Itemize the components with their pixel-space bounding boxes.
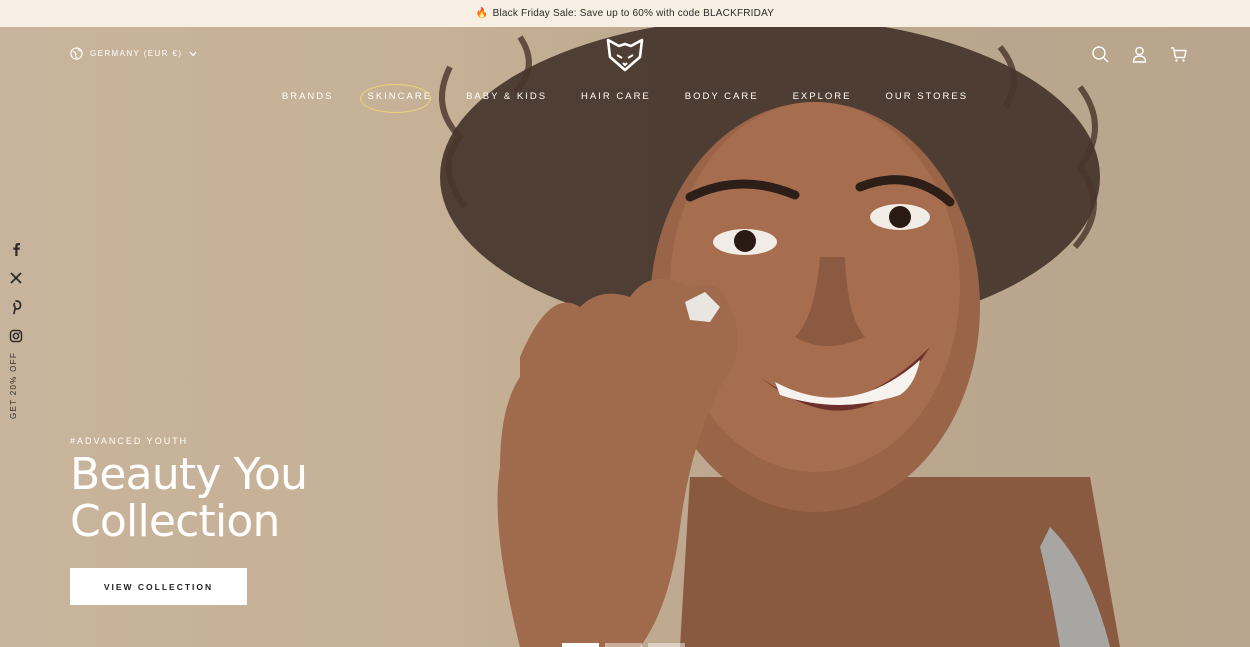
slide-indicator-3[interactable] [648,643,685,647]
instagram-icon[interactable] [9,328,23,344]
search-icon[interactable] [1091,45,1110,64]
announcement-text: Black Friday Sale: Save up to 60% with c… [492,8,775,19]
nav-item-our-stores[interactable]: OUR STORES [868,91,985,102]
cart-icon[interactable] [1169,45,1188,64]
nav-item-body-care[interactable]: BODY CARE [668,91,776,102]
chevron-down-icon [190,51,197,56]
hero-headline-line2: Collection [70,496,280,547]
locale-label: GERMANY (EUR €) [90,49,183,58]
facebook-icon[interactable] [9,241,23,257]
hero-banner: GERMANY (EUR €) BRANDS SKINCARE BABY & K… [0,27,1250,647]
announcement-bar: 🔥 Black Friday Sale: Save up to 60% with… [0,0,1250,27]
slide-indicators [562,643,685,647]
nav-item-hair-care[interactable]: HAIR CARE [564,91,668,102]
promo-tab[interactable]: GET 20% OFF [9,352,18,419]
nav-item-explore[interactable]: EXPLORE [776,91,869,102]
nav-item-brands[interactable]: BRANDS [265,91,351,102]
pinterest-icon[interactable] [9,299,23,315]
main-nav: BRANDS SKINCARE BABY & KIDS HAIR CARE BO… [0,84,1250,113]
account-icon[interactable] [1130,45,1149,64]
slide-indicator-2[interactable] [605,643,642,647]
x-icon[interactable] [9,270,23,286]
social-links [9,241,23,344]
fox-logo-icon[interactable] [605,37,645,73]
fire-icon: 🔥 [475,8,489,19]
globe-icon [70,47,83,60]
hero-headline: Beauty You Collection [70,451,390,545]
hero-image [439,27,1120,647]
hero-headline-line1: Beauty You [70,449,308,500]
view-collection-button[interactable]: VIEW COLLECTION [70,568,247,605]
slide-indicator-1[interactable] [562,643,599,647]
locale-selector[interactable]: GERMANY (EUR €) [70,47,197,60]
hero-tag: #ADVANCED YOUTH [70,436,189,446]
header-actions [1091,45,1188,64]
nav-item-skincare[interactable]: SKINCARE [350,84,449,113]
nav-item-baby-kids[interactable]: BABY & KIDS [449,91,564,102]
